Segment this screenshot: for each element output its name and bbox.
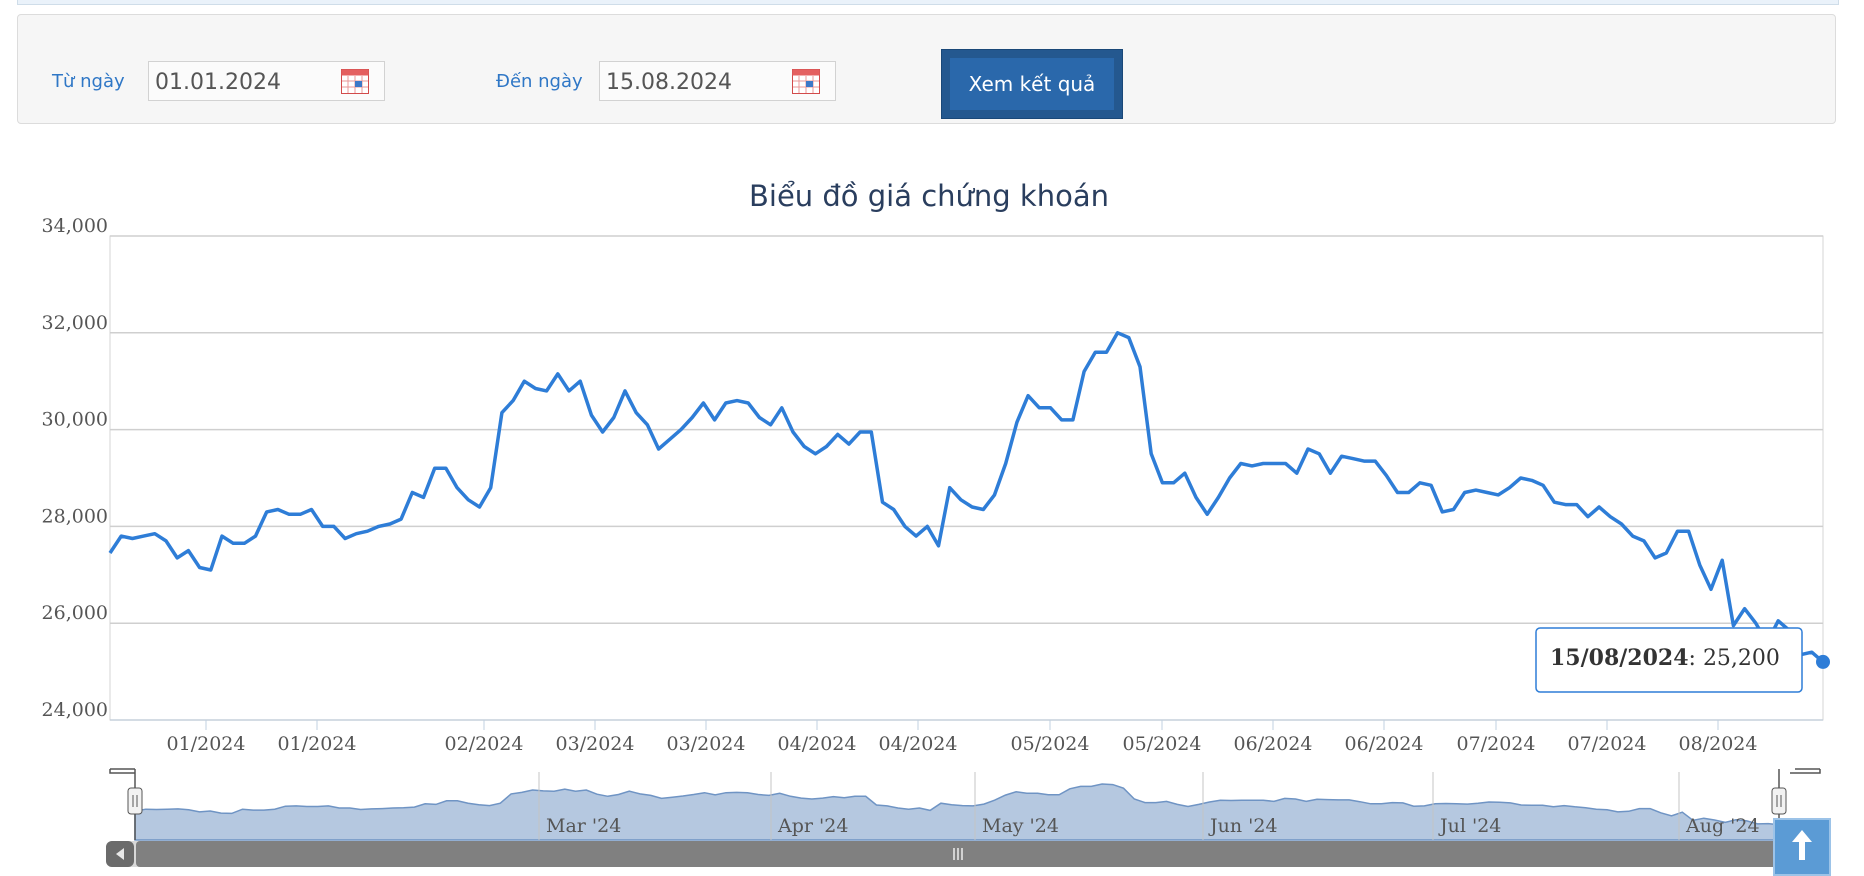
y-tick-label: 30,000 xyxy=(42,409,108,431)
x-tick-label: 05/2024 xyxy=(1123,733,1202,755)
y-tick-label: 34,000 xyxy=(42,215,108,237)
from-date-label: Từ ngày xyxy=(52,71,125,92)
tooltip-date: 15/08/2024 xyxy=(1550,645,1689,671)
x-axis: 01/2024 01/2024 02/2024 03/2024 03/2024 04/20… xyxy=(167,720,1758,755)
top-strip xyxy=(17,0,1839,5)
navigator-handle-right[interactable] xyxy=(1771,787,1787,815)
y-tick-label: 24,000 xyxy=(42,699,108,721)
x-tick-label: 02/2024 xyxy=(445,733,524,755)
calendar-icon[interactable] xyxy=(341,69,369,94)
navigator-label: May '24 xyxy=(982,815,1059,837)
navigator-series-area xyxy=(134,783,1780,841)
y-tick-label: 28,000 xyxy=(42,505,108,527)
date-filter-panel: Từ ngày 01.01.2024 Đến ngày 15.08.2024 X… xyxy=(17,14,1836,124)
x-tick-label: 03/2024 xyxy=(556,733,635,755)
scrollbar-thumb[interactable] xyxy=(136,841,1786,867)
x-tick-label: 01/2024 xyxy=(278,733,357,755)
stock-price-chart: Biểu đồ giá chứng khoán 24,000 26,000 28,0… xyxy=(42,179,1830,867)
from-date-field[interactable]: 01.01.2024 xyxy=(148,61,385,101)
chart-title: Biểu đồ giá chứng khoán xyxy=(749,179,1109,213)
y-axis: 24,000 26,000 28,000 30,000 32,000 34,000 xyxy=(42,215,108,721)
x-tick-label: 03/2024 xyxy=(667,733,746,755)
navigator-label: Mar '24 xyxy=(546,815,621,837)
to-date-field[interactable]: 15.08.2024 xyxy=(599,61,836,101)
x-tick-label: 01/2024 xyxy=(167,733,246,755)
scrollbar[interactable] xyxy=(106,841,1820,867)
navigator-label: Aug '24 xyxy=(1685,815,1760,837)
x-tick-label: 05/2024 xyxy=(1011,733,1090,755)
tooltip-value: 25,200 xyxy=(1703,646,1780,671)
price-series-line xyxy=(108,331,1825,664)
navigator-label: Jul '24 xyxy=(1438,815,1501,837)
calendar-icon[interactable] xyxy=(792,69,820,94)
x-tick-label: 07/2024 xyxy=(1457,733,1536,755)
to-date-label: Đến ngày xyxy=(496,71,583,92)
navigator-label: Jun '24 xyxy=(1208,815,1278,837)
tooltip: 15/08/2024: 25,200 xyxy=(1535,627,1803,693)
x-tick-label: 04/2024 xyxy=(778,733,857,755)
to-date-value: 15.08.2024 xyxy=(606,70,732,95)
view-results-button[interactable]: Xem kết quả xyxy=(941,49,1123,119)
highlight-point[interactable] xyxy=(1816,654,1830,669)
svg-text:15/08/2024: 25,200: 15/08/2024: 25,200 xyxy=(1550,645,1780,671)
x-tick-label: 06/2024 xyxy=(1345,733,1424,755)
x-tick-label: 07/2024 xyxy=(1568,733,1647,755)
x-tick-label: 06/2024 xyxy=(1234,733,1313,755)
y-tick-label: 26,000 xyxy=(42,602,108,624)
price-points xyxy=(108,331,1825,664)
navigator[interactable]: Mar '24 Apr '24 May '24 Jun '24 Jul '24 Aug '… xyxy=(109,768,1821,841)
view-results-label: Xem kết quả xyxy=(950,58,1114,110)
y-tick-label: 32,000 xyxy=(42,312,108,334)
x-tick-label: 04/2024 xyxy=(879,733,958,755)
scroll-to-top-button[interactable] xyxy=(1773,818,1831,876)
from-date-value: 01.01.2024 xyxy=(155,70,281,95)
arrow-up-icon xyxy=(1792,830,1812,860)
navigator-label: Apr '24 xyxy=(777,815,848,837)
navigator-handle-left[interactable] xyxy=(127,787,143,815)
x-tick-label: 08/2024 xyxy=(1679,733,1758,755)
